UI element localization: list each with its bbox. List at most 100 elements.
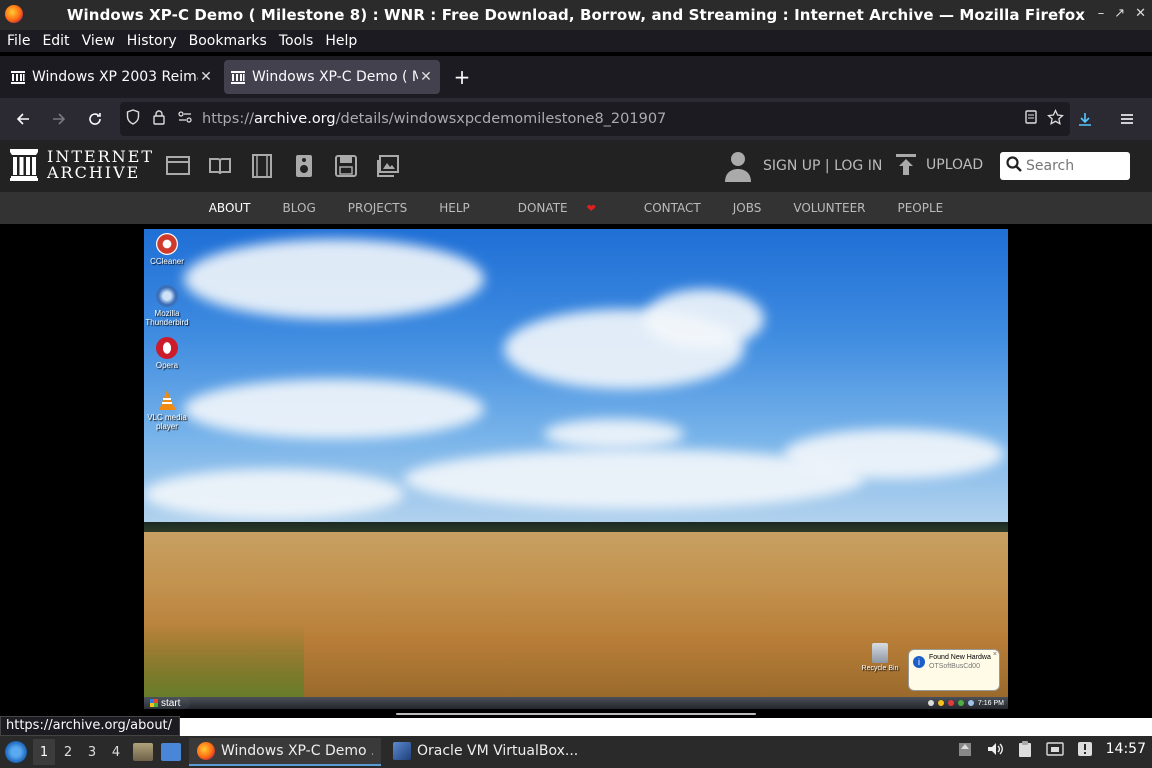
desktop-icon-recycle-bin[interactable]: Recycle Bin bbox=[858, 643, 902, 672]
workspace-3[interactable]: 3 bbox=[81, 739, 103, 765]
forward-button[interactable] bbox=[42, 102, 76, 136]
desktop-icon-label: CCleaner bbox=[150, 257, 184, 266]
desktop-treeline bbox=[144, 522, 1008, 532]
tab-close-icon[interactable]: ✕ bbox=[198, 69, 214, 85]
user-avatar-icon[interactable] bbox=[724, 150, 752, 182]
nav-donate[interactable]: DONATE ❤ bbox=[502, 201, 612, 215]
nav-blog[interactable]: BLOG bbox=[283, 201, 316, 215]
cloud bbox=[184, 379, 484, 439]
texts-book-icon[interactable] bbox=[208, 154, 232, 178]
tray-arrow-icon[interactable] bbox=[927, 700, 934, 706]
bookmark-star-icon[interactable] bbox=[1047, 108, 1064, 130]
tray-network-icon[interactable] bbox=[957, 700, 964, 706]
tab-bar: Windows XP 2003 Reima ✕ Windows XP-C Dem… bbox=[0, 56, 1152, 98]
ia-logo[interactable]: INTERNET ARCHIVE bbox=[10, 149, 154, 181]
volume-icon[interactable] bbox=[986, 740, 1004, 758]
ia-account: SIGN UP | LOG IN bbox=[724, 150, 882, 182]
nav-people[interactable]: PEOPLE bbox=[897, 201, 943, 215]
url-path: /details/windowsxpcdemomilestone8_201907 bbox=[335, 111, 667, 127]
new-tab-button[interactable]: + bbox=[448, 63, 476, 91]
app-menu-button[interactable] bbox=[1110, 102, 1144, 136]
desktop-icon-thunderbird[interactable]: Mozilla Thunderbird bbox=[144, 285, 192, 327]
menu-tools[interactable]: Tools bbox=[273, 33, 320, 49]
images-icon[interactable] bbox=[376, 154, 400, 178]
nav-contact[interactable]: CONTACT bbox=[644, 201, 701, 215]
network-wired-icon[interactable] bbox=[1045, 740, 1064, 758]
workspace-2[interactable]: 2 bbox=[57, 739, 79, 765]
video-film-icon[interactable] bbox=[250, 154, 274, 178]
ia-top-nav: ABOUT BLOG PROJECTS HELP DONATE ❤ CONTACT… bbox=[0, 192, 1152, 224]
maximize-button[interactable]: ↗ bbox=[1114, 6, 1125, 21]
archive-temple-icon bbox=[10, 149, 38, 181]
os-menu-logo-icon[interactable] bbox=[5, 741, 27, 763]
software-floppy-icon[interactable] bbox=[334, 154, 358, 178]
cloud bbox=[544, 419, 684, 449]
workspace-4[interactable]: 4 bbox=[105, 739, 127, 765]
nav-jobs[interactable]: JOBS bbox=[733, 201, 762, 215]
tray-alert-icon[interactable] bbox=[947, 700, 954, 706]
opera-icon bbox=[156, 337, 178, 359]
desktop-icon-label: Opera bbox=[155, 361, 179, 370]
nav-volunteer[interactable]: VOLUNTEER bbox=[793, 201, 865, 215]
found-new-hardware-balloon[interactable]: i × Found New Hardwa OTSoftBusCd00 bbox=[908, 649, 1000, 691]
upload-link[interactable]: UPLOAD bbox=[896, 154, 983, 176]
media-type-icons bbox=[166, 154, 400, 178]
menu-edit[interactable]: Edit bbox=[36, 33, 75, 49]
nav-projects[interactable]: PROJECTS bbox=[348, 201, 407, 215]
desktop-icon-opera[interactable]: Opera bbox=[144, 337, 192, 370]
url-text: https://archive.org/details/windowsxpcde… bbox=[202, 111, 1023, 127]
balloon-close-icon[interactable]: × bbox=[993, 650, 997, 659]
menu-history[interactable]: History bbox=[121, 33, 183, 49]
recycle-bin-icon bbox=[872, 643, 888, 663]
taskbar-task-firefox[interactable]: Windows XP-C Demo ... bbox=[189, 738, 381, 766]
tab-close-icon[interactable]: ✕ bbox=[418, 69, 434, 85]
desktop-icon-label: VLC media player bbox=[147, 413, 187, 431]
signup-login-link[interactable]: SIGN UP | LOG IN bbox=[763, 158, 882, 174]
search-input[interactable] bbox=[1026, 158, 1122, 174]
upload-arrow-icon bbox=[896, 154, 916, 176]
menu-view[interactable]: View bbox=[76, 33, 121, 49]
emulator-screen[interactable]: CCleaner Mozilla Thunderbird Opera VLC m… bbox=[144, 229, 1008, 709]
tab-windows-xp-c-demo[interactable]: Windows XP-C Demo ( Mi ✕ bbox=[224, 60, 440, 94]
forward-arrow-icon bbox=[53, 113, 66, 125]
audio-speaker-icon[interactable] bbox=[292, 154, 316, 178]
link-status-bar: https://archive.org/about/ bbox=[0, 716, 180, 736]
nav-help[interactable]: HELP bbox=[439, 201, 470, 215]
reader-view-icon[interactable] bbox=[1023, 109, 1039, 130]
clipboard-icon[interactable] bbox=[1016, 740, 1034, 758]
workspace-1[interactable]: 1 bbox=[33, 739, 55, 765]
desktop-icon-ccleaner[interactable]: CCleaner bbox=[144, 233, 192, 266]
menu-bookmarks[interactable]: Bookmarks bbox=[183, 33, 273, 49]
ia-search-box[interactable] bbox=[1000, 152, 1130, 180]
nav-about[interactable]: ABOUT bbox=[209, 201, 251, 215]
updates-notification-icon[interactable] bbox=[1076, 740, 1094, 758]
tab-windows-xp-2003[interactable]: Windows XP 2003 Reima ✕ bbox=[4, 60, 220, 94]
file-manager-icon[interactable] bbox=[133, 743, 153, 761]
close-window-button[interactable]: ✕ bbox=[1135, 6, 1146, 21]
desktop-icon-vlc[interactable]: VLC media player bbox=[144, 389, 192, 431]
permissions-icon[interactable] bbox=[172, 111, 198, 127]
downloads-button[interactable] bbox=[1068, 102, 1102, 136]
archive-temple-icon bbox=[10, 69, 26, 85]
web-icon[interactable] bbox=[166, 154, 190, 178]
tray-shield-icon[interactable] bbox=[937, 700, 944, 706]
tray-upload-icon[interactable] bbox=[956, 740, 974, 758]
reload-button[interactable] bbox=[78, 102, 112, 136]
xp-taskbar: start 7:16 PM bbox=[144, 697, 1008, 709]
menu-help[interactable]: Help bbox=[319, 33, 363, 49]
xp-start-button[interactable]: start bbox=[144, 697, 191, 709]
theater-area: CCleaner Mozilla Thunderbird Opera VLC m… bbox=[0, 224, 1152, 718]
show-desktop-icon[interactable] bbox=[161, 743, 181, 761]
theater-scrollbar[interactable] bbox=[396, 713, 756, 715]
lock-icon[interactable] bbox=[146, 109, 172, 129]
url-bar[interactable]: https://archive.org/details/windowsxpcde… bbox=[120, 102, 1070, 136]
minimize-button[interactable]: – bbox=[1098, 6, 1105, 21]
info-icon: i bbox=[913, 656, 925, 668]
menu-file[interactable]: File bbox=[0, 33, 36, 49]
taskbar-task-virtualbox[interactable]: Oracle VM VirtualBox... bbox=[385, 738, 586, 766]
desktop-grass bbox=[144, 624, 304, 699]
shield-icon[interactable] bbox=[120, 109, 146, 129]
tray-volume-icon[interactable] bbox=[967, 700, 974, 706]
back-button[interactable] bbox=[6, 102, 40, 136]
desktop-sky bbox=[144, 229, 1008, 529]
